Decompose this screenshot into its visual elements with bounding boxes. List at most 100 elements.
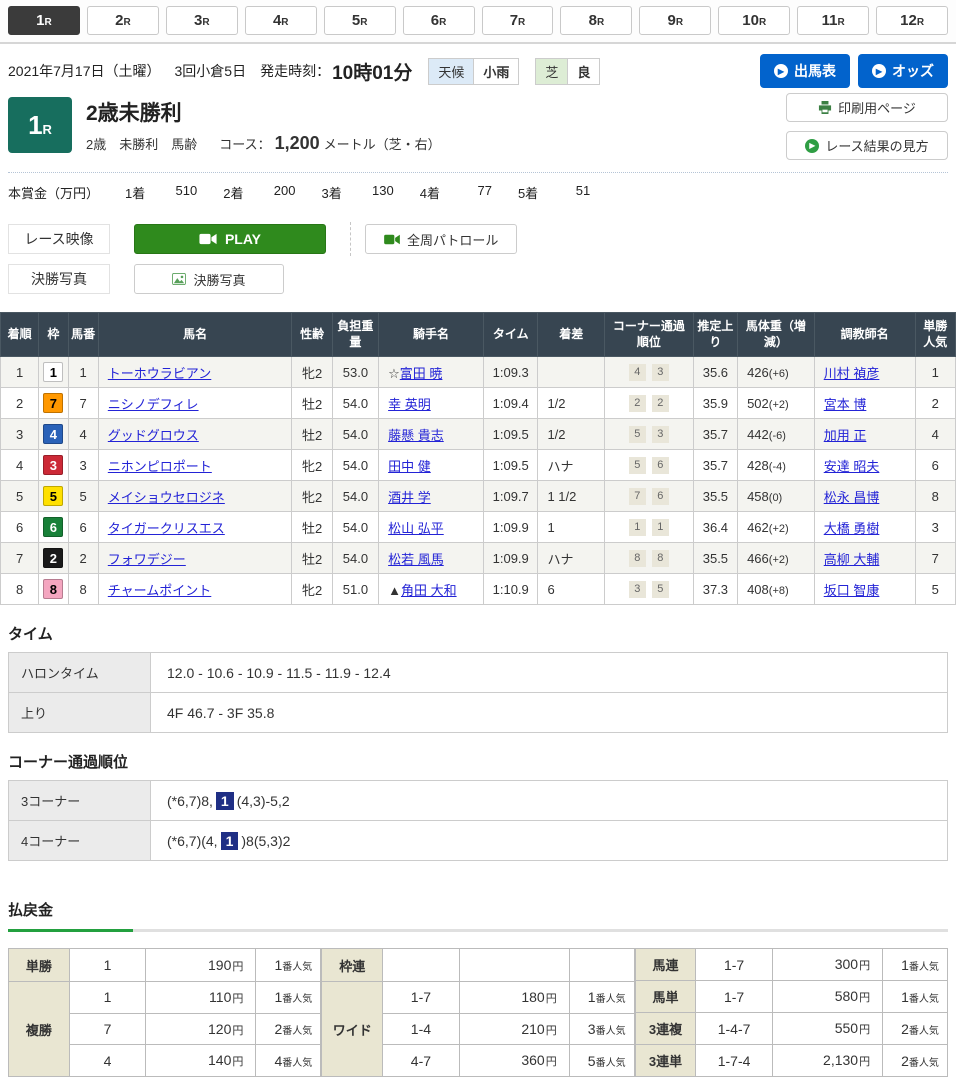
race-tab[interactable]: 8R (560, 6, 632, 35)
jockey-name-link[interactable]: 松山 弘平 (388, 521, 444, 536)
race-tab[interactable]: 3R (166, 6, 238, 35)
print-page-button[interactable]: 印刷用ページ (786, 93, 948, 122)
quinella-label: 馬連 (635, 949, 696, 981)
jockey-name-link[interactable]: 藤懸 貴志 (388, 428, 444, 443)
prize-money-row: 本賞金（万円） 1着510 2着200 3着130 4着77 5着51 (0, 173, 956, 210)
patrol-video-button[interactable]: 全周パトロール (365, 224, 517, 254)
race-tab[interactable]: 9R (639, 6, 711, 35)
body-weight-diff: (+8) (769, 585, 789, 597)
popularity-suffix: 番人気 (909, 1026, 939, 1037)
result-row: 7 2 2 フォワデジー 牡2 54.0 松若 風馬 1:09.9 ハナ 88 … (1, 543, 956, 574)
trainer-name-link[interactable]: 高柳 大輔 (824, 552, 880, 567)
popularity-suffix: 番人気 (282, 962, 312, 973)
jockey-name-link[interactable]: 角田 大和 (401, 583, 457, 598)
prize-place: 3着 (321, 183, 341, 202)
results-guide-button[interactable]: ▶ レース結果の見方 (786, 131, 948, 160)
bracket-quinella-label: 枠連 (322, 949, 383, 982)
last-split-value: 4F 46.7 - 3F 35.8 (151, 693, 948, 733)
race-tab[interactable]: 6R (403, 6, 475, 35)
time-section: タイム ハロンタイム 12.0 - 10.6 - 10.9 - 11.5 - 1… (0, 623, 956, 733)
prize-amount: 200 (243, 183, 295, 202)
place-combination: 1 (69, 981, 145, 1013)
prize-money-label: 本賞金（万円） (8, 183, 99, 202)
place-payout-row: 複勝 1 110円 1番人気 (9, 981, 321, 1013)
horse-number: 4 (68, 419, 98, 450)
race-tab[interactable]: 10R (718, 6, 790, 35)
col-margin: 着差 (538, 313, 605, 357)
trainer-name-link[interactable]: 坂口 智康 (824, 583, 880, 598)
frame-number-badge: 4 (43, 424, 63, 444)
prize-place: 2着 (223, 183, 243, 202)
arrow-circle-icon: ▶ (774, 64, 788, 78)
race-tab[interactable]: 4R (245, 6, 317, 35)
horse-name-link[interactable]: ニホンピロポート (108, 459, 212, 474)
jockey-name-link[interactable]: 幸 英明 (388, 397, 431, 412)
race-tab-number: 8 (589, 12, 597, 29)
jockey-name-link[interactable]: 酒井 学 (388, 490, 431, 505)
corner-order-section: コーナー通過順位 3コーナー (*6,7)8,1(4,3)-5,2 4コーナー … (0, 751, 956, 861)
horse-name-link[interactable]: ニシノデフィレ (108, 397, 199, 412)
frame-number-badge: 1 (43, 362, 63, 382)
body-weight-diff: (0) (769, 492, 782, 504)
trio-combination: 1-4-7 (696, 1013, 772, 1045)
race-tab[interactable]: 5R (324, 6, 396, 35)
margin: 1/2 (538, 388, 605, 419)
trainer-name-link[interactable]: 松永 昌博 (824, 490, 880, 505)
race-tab[interactable]: 7R (482, 6, 554, 35)
race-title: 2歳未勝利 (86, 97, 441, 127)
result-row: 1 1 1 トーホウラビアン 牝2 53.0 ☆富田 暁 1:09.3 43 3… (1, 357, 956, 388)
entry-table-button[interactable]: ▶ 出馬表 (760, 54, 850, 88)
trainer-name-link[interactable]: 宮本 博 (824, 397, 867, 412)
race-tab[interactable]: 2R (87, 6, 159, 35)
body-weight-value: 408 (747, 582, 769, 597)
horse-number: 5 (68, 481, 98, 512)
finish-photo-button[interactable]: 決勝写真 (134, 264, 284, 294)
horse-name-link[interactable]: タイガークリスエス (108, 521, 225, 536)
race-number-suffix: R (43, 122, 52, 137)
carried-weight: 54.0 (332, 450, 378, 481)
finish-position: 5 (1, 481, 39, 512)
horse-name-link[interactable]: フォワデジー (108, 552, 186, 567)
jockey-name-link[interactable]: 松若 風馬 (388, 552, 444, 567)
corner-position-3: 2 (629, 395, 646, 412)
trainer-name-link[interactable]: 加用 正 (824, 428, 867, 443)
finish-position: 3 (1, 419, 39, 450)
popularity-suffix: 番人気 (596, 1026, 626, 1037)
body-weight: 426(+6) (738, 357, 815, 388)
horse-name-link[interactable]: メイショウセロジネ (108, 490, 225, 505)
body-weight: 408(+8) (738, 574, 815, 605)
race-tab[interactable]: 11R (797, 6, 869, 35)
furlong-time-value: 12.0 - 10.6 - 10.9 - 11.5 - 11.9 - 12.4 (151, 653, 948, 693)
trainer-name-link[interactable]: 大橋 勇樹 (824, 521, 880, 536)
corner-order-table: 3コーナー (*6,7)8,1(4,3)-5,2 4コーナー (*6,7)(4,… (8, 780, 948, 861)
horse-name-link[interactable]: トーホウラビアン (108, 366, 211, 381)
race-tab-number: 1 (36, 12, 44, 29)
horse-name-link[interactable]: チャームポイント (108, 583, 211, 598)
sex-age: 牝2 (292, 357, 332, 388)
odds-button[interactable]: ▶ オッズ (858, 54, 948, 88)
finish-time: 1:09.7 (483, 481, 537, 512)
finish-time: 1:09.5 (483, 419, 537, 450)
popularity-suffix: 番人気 (909, 994, 939, 1005)
corner-positions: 35 (604, 574, 693, 605)
popularity-suffix: 番人気 (596, 1058, 626, 1069)
prize-item: 3着130 (321, 183, 393, 202)
race-tab[interactable]: 12R (876, 6, 948, 35)
jockey-name-link[interactable]: 田中 健 (388, 459, 431, 474)
trainer-name-link[interactable]: 川村 禎彦 (824, 366, 880, 381)
finish-time: 1:09.4 (483, 388, 537, 419)
payout-table-bracket-wide: 枠連 ワイド 1-7 180円 1番人気 1-4 210円 3番人気 4-7 3… (321, 948, 634, 1077)
trainer-name-link[interactable]: 安達 昭夫 (824, 459, 880, 474)
jockey-name-link[interactable]: 富田 暁 (400, 366, 443, 381)
photo-icon (172, 273, 186, 285)
trifecta-popularity: 2 (901, 1053, 909, 1069)
race-tab[interactable]: 1R (8, 6, 80, 35)
horse-name-link[interactable]: グッドグロウス (108, 428, 199, 443)
corner3-order-pre: (*6,7)8, (167, 793, 213, 809)
corner-position-4: 3 (652, 426, 669, 443)
carried-weight: 54.0 (332, 388, 378, 419)
corner-positions: 88 (604, 543, 693, 574)
yen-suffix: 円 (232, 1025, 243, 1037)
margin: ハナ (538, 543, 605, 574)
play-button[interactable]: PLAY (134, 224, 326, 254)
